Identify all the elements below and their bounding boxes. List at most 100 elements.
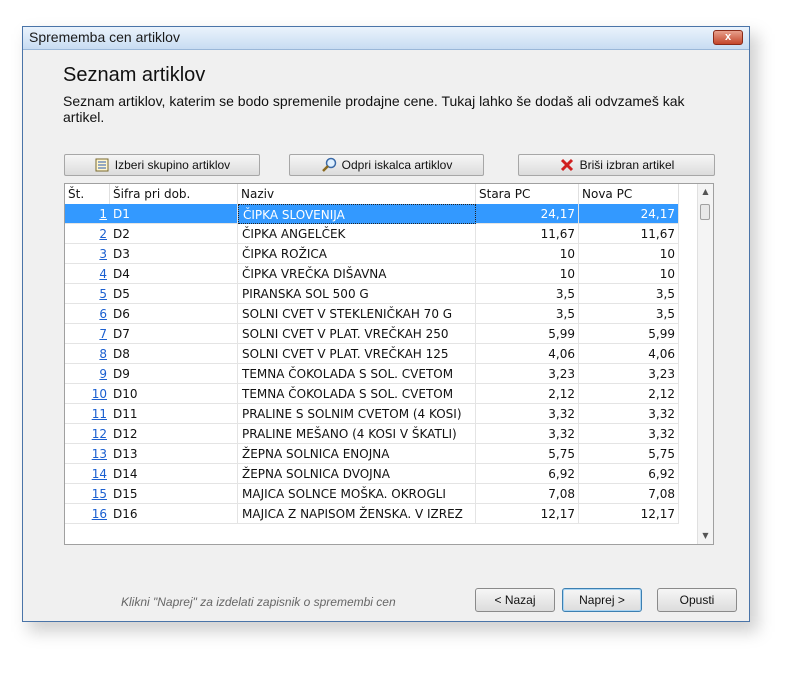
column-header-nova-pc[interactable]: Nova PC [579, 184, 679, 204]
row-number-link[interactable]: 11 [65, 404, 110, 424]
cancel-button[interactable]: Opusti [657, 588, 737, 612]
row-number-link[interactable]: 3 [65, 244, 110, 264]
column-header-st[interactable]: Št. [65, 184, 110, 204]
table-row[interactable]: 13 D13 ŽEPNA SOLNICA ENOJNA 5,75 5,75 [65, 444, 700, 464]
cell-stara-pc: 7,08 [476, 484, 579, 504]
row-number-link[interactable]: 2 [65, 224, 110, 244]
table-row[interactable]: 11 D11 PRALINE S SOLNIM CVETOM (4 KOSI) … [65, 404, 700, 424]
table-row[interactable]: 8 D8 SOLNI CVET V PLAT. VREČKAH 125 4,06… [65, 344, 700, 364]
table-row[interactable]: 14 D14 ŽEPNA SOLNICA DVOJNA 6,92 6,92 [65, 464, 700, 484]
dialog-window: Sprememba cen artiklov x Seznam artiklov… [22, 26, 750, 622]
title-bar: Sprememba cen artiklov x [23, 27, 749, 50]
cell-sifra: D11 [110, 404, 238, 424]
page-title: Seznam artiklov [63, 64, 206, 86]
cell-nova-pc[interactable]: 11,67 [579, 224, 679, 244]
cell-naziv: ŽEPNA SOLNICA DVOJNA [238, 464, 476, 484]
footer-hint: Klikni "Naprej" za izdelati zapisnik o s… [121, 595, 396, 609]
cell-nova-pc[interactable]: 10 [579, 244, 679, 264]
column-header-naziv[interactable]: Naziv [238, 184, 476, 204]
table-row[interactable]: 5 D5 PIRANSKA SOL 500 G 3,5 3,5 [65, 284, 700, 304]
cell-nova-pc[interactable]: 12,17 [579, 504, 679, 524]
cell-nova-pc[interactable]: 2,12 [579, 384, 679, 404]
cell-stara-pc: 12,17 [476, 504, 579, 524]
row-number-link[interactable]: 12 [65, 424, 110, 444]
cell-nova-pc[interactable]: 6,92 [579, 464, 679, 484]
cell-naziv: MAJICA SOLNCE MOŠKA. OKROGLI [238, 484, 476, 504]
cell-nova-pc[interactable]: 10 [579, 264, 679, 284]
row-number-link[interactable]: 8 [65, 344, 110, 364]
row-number-link[interactable]: 13 [65, 444, 110, 464]
delete-item-button[interactable]: Briši izbran artikel [518, 154, 715, 176]
table-row[interactable]: 15 D15 MAJICA SOLNCE MOŠKA. OKROGLI 7,08… [65, 484, 700, 504]
table-row[interactable]: 4 D4 ČIPKA VREČKA DIŠAVNA 10 10 [65, 264, 700, 284]
cell-nova-pc[interactable]: 3,5 [579, 284, 679, 304]
table-row[interactable]: 16 D16 MAJICA Z NAPISOM ŽENSKA. V IZREZ … [65, 504, 700, 524]
back-button[interactable]: < Nazaj [475, 588, 555, 612]
cell-naziv: ČIPKA ANGELČEK [238, 224, 476, 244]
table-row[interactable]: 6 D6 SOLNI CVET V STEKLENIČKAH 70 G 3,5 … [65, 304, 700, 324]
scroll-up-icon[interactable]: ▲ [698, 184, 713, 200]
delete-item-label: Briši izbran artikel [579, 158, 675, 172]
cell-sifra: D3 [110, 244, 238, 264]
cell-nova-pc[interactable]: 7,08 [579, 484, 679, 504]
cell-nova-pc[interactable]: 4,06 [579, 344, 679, 364]
row-number-link[interactable]: 10 [65, 384, 110, 404]
cell-stara-pc: 11,67 [476, 224, 579, 244]
vertical-scrollbar[interactable]: ▲ ▼ [697, 184, 713, 544]
table-row[interactable]: 9 D9 TEMNA ČOKOLADA S SOL. CVETOM 3,23 3… [65, 364, 700, 384]
articles-table: Št. Šifra pri dob. Naziv Stara PC Nova P… [64, 183, 714, 545]
cell-stara-pc: 2,12 [476, 384, 579, 404]
cell-nova-pc[interactable]: 24,17 [579, 204, 679, 224]
cell-sifra: D14 [110, 464, 238, 484]
select-group-label: Izberi skupino artiklov [114, 158, 231, 172]
search-icon [321, 157, 337, 173]
delete-x-icon [559, 157, 575, 173]
row-number-link[interactable]: 7 [65, 324, 110, 344]
open-search-button[interactable]: Odpri iskalca artiklov [289, 154, 484, 176]
cell-naziv: ČIPKA VREČKA DIŠAVNA [238, 264, 476, 284]
scroll-thumb[interactable] [700, 204, 710, 220]
list-icon [94, 157, 110, 173]
row-number-link[interactable]: 5 [65, 284, 110, 304]
cell-nova-pc[interactable]: 5,99 [579, 324, 679, 344]
row-number-link[interactable]: 15 [65, 484, 110, 504]
open-search-label: Odpri iskalca artiklov [341, 158, 453, 172]
cell-stara-pc: 5,99 [476, 324, 579, 344]
row-number-link[interactable]: 4 [65, 264, 110, 284]
row-number-link[interactable]: 1 [65, 204, 110, 224]
cell-naziv: PRALINE S SOLNIM CVETOM (4 KOSI) [238, 404, 476, 424]
table-row[interactable]: 12 D12 PRALINE MEŠANO (4 KOSI V ŠKATLI) … [65, 424, 700, 444]
table-row[interactable]: 7 D7 SOLNI CVET V PLAT. VREČKAH 250 5,99… [65, 324, 700, 344]
next-button[interactable]: Naprej > [562, 588, 642, 612]
cell-sifra: D1 [110, 204, 238, 224]
row-number-link[interactable]: 6 [65, 304, 110, 324]
cell-stara-pc: 4,06 [476, 344, 579, 364]
close-button[interactable]: x [713, 30, 743, 45]
table-row[interactable]: 3 D3 ČIPKA ROŽICA 10 10 [65, 244, 700, 264]
row-number-link[interactable]: 16 [65, 504, 110, 524]
cell-stara-pc: 10 [476, 264, 579, 284]
table-row[interactable]: 2 D2 ČIPKA ANGELČEK 11,67 11,67 [65, 224, 700, 244]
cell-naziv: TEMNA ČOKOLADA S SOL. CVETOM [238, 384, 476, 404]
cell-sifra: D7 [110, 324, 238, 344]
column-header-sifra[interactable]: Šifra pri dob. [110, 184, 238, 204]
row-number-link[interactable]: 9 [65, 364, 110, 384]
cell-nova-pc[interactable]: 3,32 [579, 424, 679, 444]
cell-stara-pc: 3,32 [476, 424, 579, 444]
cell-nova-pc[interactable]: 3,32 [579, 404, 679, 424]
cell-naziv: PIRANSKA SOL 500 G [238, 284, 476, 304]
cell-stara-pc: 5,75 [476, 444, 579, 464]
cell-nova-pc[interactable]: 5,75 [579, 444, 679, 464]
column-header-stara-pc[interactable]: Stara PC [476, 184, 579, 204]
scroll-down-icon[interactable]: ▼ [698, 528, 713, 544]
cell-sifra: D12 [110, 424, 238, 444]
row-number-link[interactable]: 14 [65, 464, 110, 484]
cell-nova-pc[interactable]: 3,5 [579, 304, 679, 324]
cell-naziv: ŽEPNA SOLNICA ENOJNA [238, 444, 476, 464]
cell-nova-pc[interactable]: 3,23 [579, 364, 679, 384]
table-row[interactable]: 10 D10 TEMNA ČOKOLADA S SOL. CVETOM 2,12… [65, 384, 700, 404]
table-row[interactable]: 1 D1 ČIPKA SLOVENIJA 24,17 24,17 [65, 204, 700, 224]
cell-naziv: SOLNI CVET V PLAT. VREČKAH 125 [238, 344, 476, 364]
select-group-button[interactable]: Izberi skupino artiklov [64, 154, 260, 176]
cell-naziv: SOLNI CVET V PLAT. VREČKAH 250 [238, 324, 476, 344]
